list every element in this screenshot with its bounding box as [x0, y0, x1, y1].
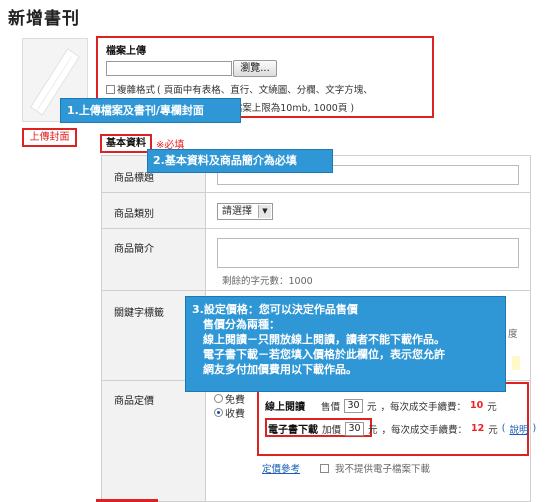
row-divider: [102, 290, 530, 291]
online-reading-row: 線上閱讀 售價 30 元 ，每次成交手續費： 10 元: [265, 398, 497, 413]
explain-link[interactable]: 說明: [510, 422, 529, 436]
paid-option[interactable]: 收費: [214, 405, 245, 420]
ebook-download-label: 電子書下載: [268, 425, 318, 436]
chevron-down-icon: ▼: [258, 205, 271, 218]
keywords-label: 關鍵字標籤: [114, 308, 164, 319]
intro-textarea[interactable]: [217, 238, 519, 268]
online-unit: 元: [367, 401, 377, 413]
online-price-input[interactable]: 30: [344, 398, 364, 413]
callout-pricing-line: 售價分為兩種：: [192, 318, 280, 331]
callout-pricing-tip: 3.設定價格：您可以決定作品售價 售價分為兩種： 線上閱讀－只開放線上閱讀，讀者…: [185, 296, 506, 392]
sale-price-label: 售價: [321, 401, 341, 413]
no-ebook-label: 我不提供電子檔案下載: [335, 464, 431, 475]
price-label: 商品定價: [114, 396, 154, 407]
file-path-input[interactable]: [106, 61, 232, 76]
keywords-highlight: [512, 356, 520, 370]
keywords-tail-text: 度: [508, 329, 518, 340]
callout-pricing-line: 電子書下載－若您填入價格於此欄位，表示您允許: [192, 348, 445, 361]
category-select-value: 請選擇: [222, 206, 252, 217]
online-fee-value: 10: [470, 400, 484, 411]
online-reading-label: 線上閱讀: [265, 402, 305, 413]
callout-required-tip: 2.基本資料及商品簡介為必填: [147, 149, 333, 173]
online-fee-note: ，每次成交手續費：: [380, 401, 467, 413]
browse-button[interactable]: 瀏覽...: [233, 60, 277, 77]
basic-info-label: 基本資料: [100, 134, 152, 153]
complex-format-label: 複雜格式: [117, 85, 156, 96]
complex-format-checkbox[interactable]: [106, 84, 115, 94]
callout-pricing-line: 網友多付加價費用以下載作品。: [192, 363, 357, 376]
download-fee-note: ，每次成交手續費：: [381, 424, 468, 436]
paid-radio[interactable]: [214, 408, 223, 417]
pricing-box: 線上閱讀 售價 30 元 ，每次成交手續費： 10 元 電子書下載 加價 30 …: [257, 382, 536, 456]
file-upload-title: 檔案上傳: [106, 46, 146, 57]
row-divider: [102, 228, 530, 229]
complex-format-row: 複雜格式 ( 頁面中有表格、直行、文繞圖、分欄、文字方塊、: [106, 82, 373, 96]
free-option[interactable]: 免費: [214, 391, 245, 406]
online-fee-unit: 元: [487, 401, 497, 413]
paren-close: ): [532, 423, 537, 434]
free-label: 免費: [225, 395, 245, 406]
char-remaining-text: 剩餘的字元數：1000: [222, 276, 313, 287]
ebook-download-row: 電子書下載 加價 30 元 ，每次成交手續費： 12 元 ( 說明 ): [268, 421, 536, 436]
download-unit: 元: [368, 424, 378, 436]
category-select[interactable]: 請選擇 ▼: [217, 203, 273, 220]
page-title: 新增書刊: [8, 9, 80, 29]
free-radio[interactable]: [214, 394, 223, 403]
paren-open: (: [501, 423, 506, 434]
price-footer-row: 定價參考 我不提供電子檔案下載: [262, 461, 430, 475]
no-ebook-checkbox[interactable]: [320, 463, 330, 473]
upload-cover-button[interactable]: 上傳封面: [22, 128, 77, 147]
callout-pricing-line: 線上閱讀－只開放線上閱讀，讀者不能下載作品。: [192, 333, 445, 346]
download-price-input[interactable]: 30: [345, 421, 365, 436]
category-label: 商品類別: [114, 209, 154, 220]
add-price-label: 加價: [322, 424, 342, 436]
intro-label: 商品簡介: [114, 244, 154, 255]
file-limit-text: ( 檔案上限為10mb, 1000頁 ): [226, 103, 355, 114]
paid-label: 收費: [225, 409, 245, 420]
callout-upload-tip: 1.上傳檔案及書刊/專欄封面: [60, 98, 241, 123]
download-fee-unit: 元: [488, 424, 498, 436]
row-divider: [102, 192, 530, 193]
price-reference-link[interactable]: 定價參考: [262, 461, 300, 475]
download-fee-value: 12: [471, 423, 485, 434]
callout-pricing-line: 3.設定價格：您可以決定作品售價: [192, 303, 358, 316]
complex-format-description: ( 頁面中有表格、直行、文繞圖、分欄、文字方塊、: [157, 85, 373, 96]
